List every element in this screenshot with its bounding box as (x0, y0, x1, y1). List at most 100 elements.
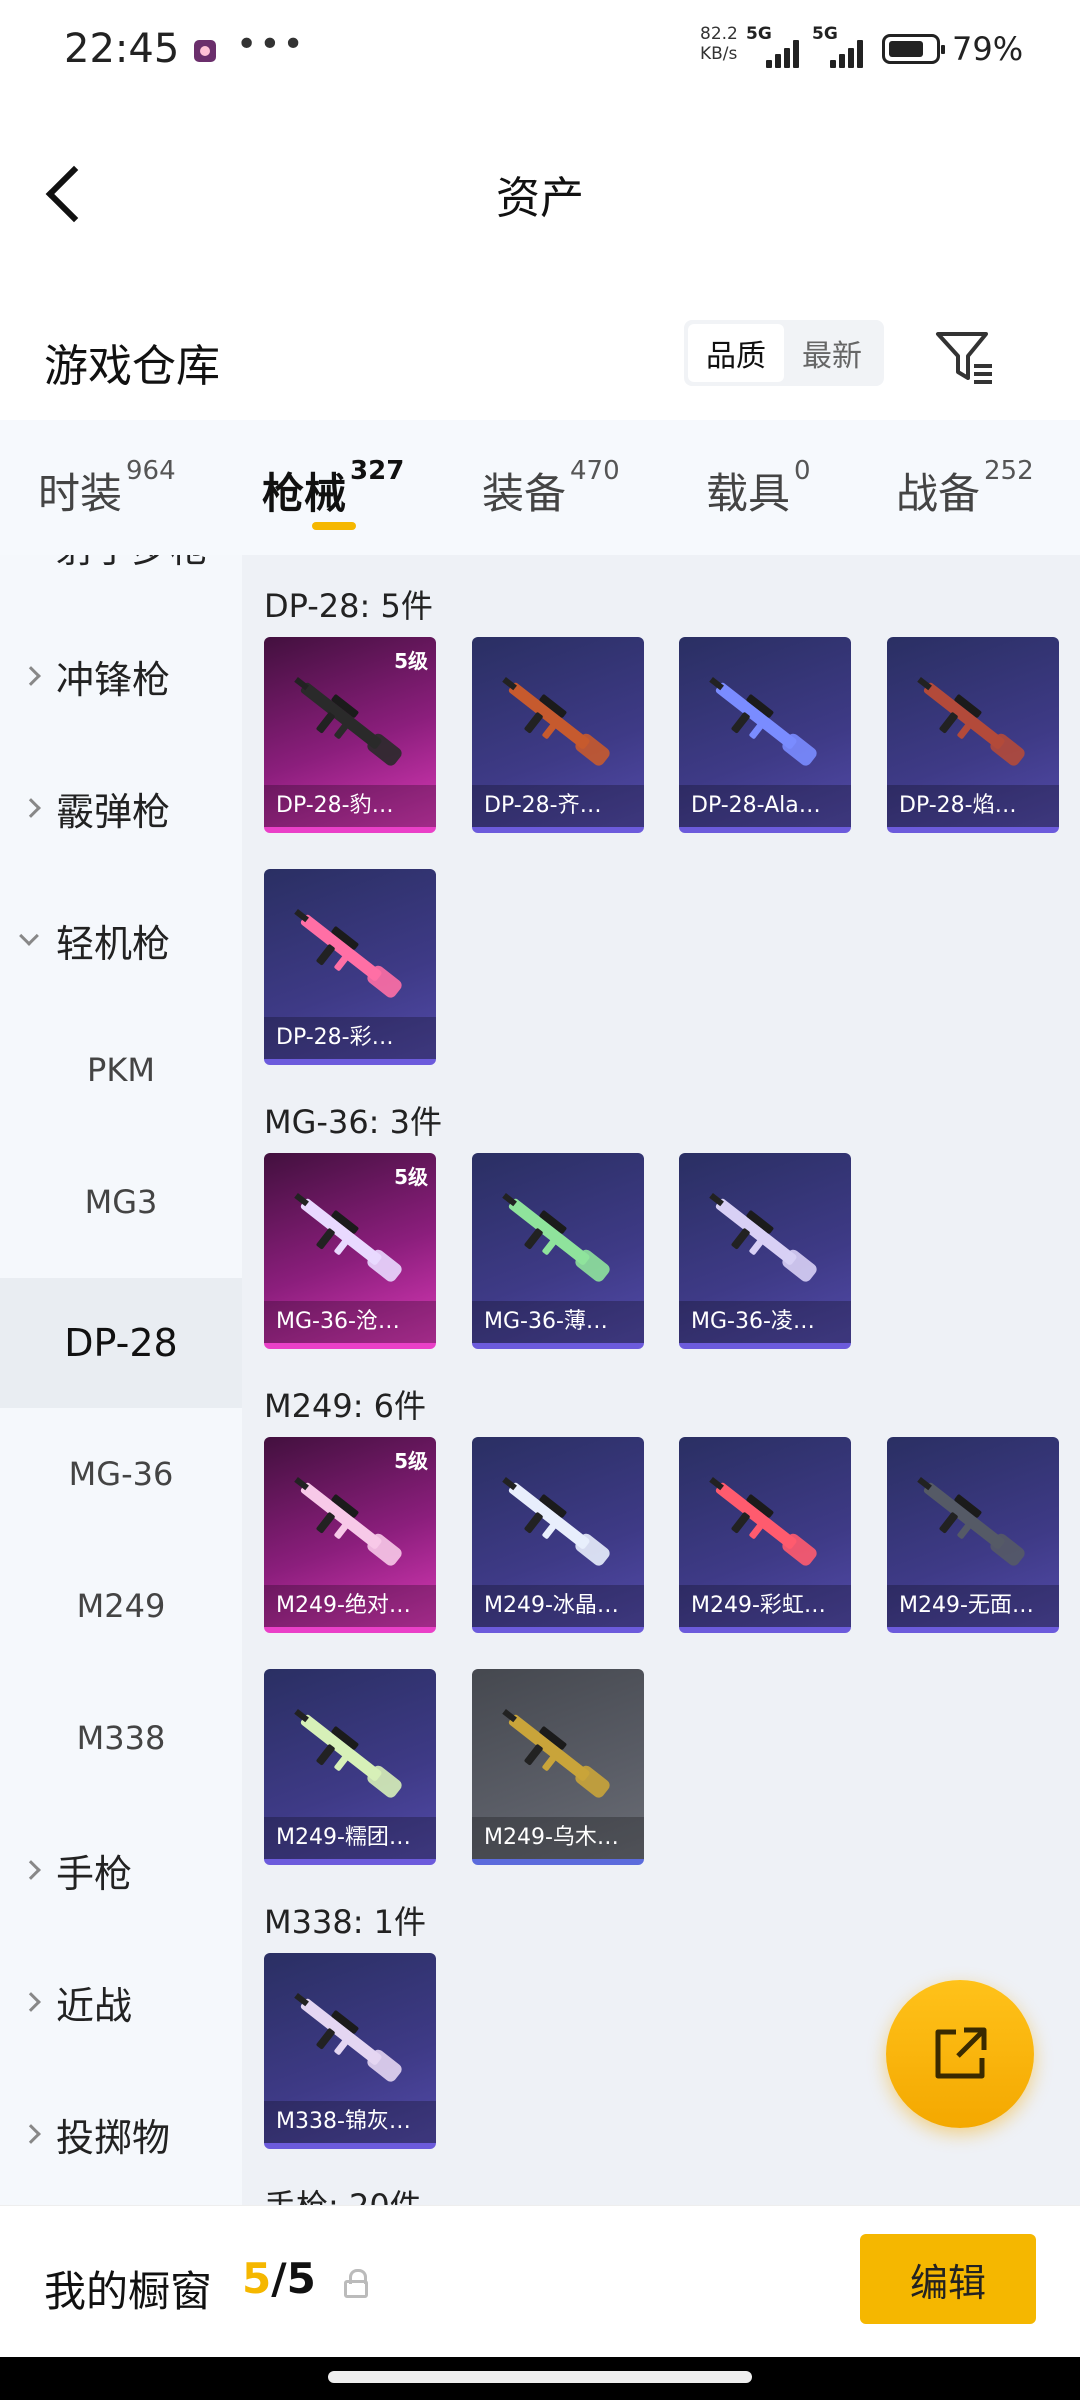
sidebar-item-label: 霰弹枪 (56, 789, 171, 834)
chevron-right-icon (21, 2124, 41, 2144)
tab-equipment[interactable]: 装备 470 (482, 456, 620, 521)
weapon-card-label: DP-28-豹… (264, 785, 436, 827)
warehouse-header: 游戏仓库 品质 最新 (0, 300, 1080, 420)
sidebar-item-label: MG3 (84, 1183, 158, 1221)
battery-icon (882, 34, 945, 64)
tab-count: 327 (350, 456, 405, 486)
sidebar-item-m249[interactable]: M249 (0, 1541, 242, 1671)
tab-count: 0 (794, 456, 811, 486)
tab-label: 战备 (896, 469, 981, 518)
weapon-card[interactable]: DP-28-齐… (472, 637, 644, 833)
home-indicator[interactable] (328, 2371, 752, 2383)
weapon-card[interactable]: MG-36-凌… (679, 1153, 851, 1349)
sidebar-item-throwable[interactable]: 投掷物 (0, 2069, 242, 2199)
level-badge: 5级 (394, 649, 428, 673)
sidebar-item-lmg[interactable]: 轻机枪 (0, 875, 242, 1005)
weapon-card[interactable]: 5级 M249-绝对… (264, 1437, 436, 1633)
weapon-skin-image (709, 1476, 817, 1566)
group-title: M338: 1件 (264, 1903, 427, 1941)
chevron-right-icon (21, 1992, 41, 2012)
weapon-card-label: DP-28-焰… (887, 785, 1059, 827)
sidebar-item-mg36[interactable]: MG-36 (0, 1409, 242, 1539)
network-speed-unit: KB/s (700, 44, 738, 64)
tab-fashion[interactable]: 时装 964 (38, 456, 176, 521)
sidebar-item-mg3[interactable]: MG3 (0, 1137, 242, 1267)
tab-supplies[interactable]: 战备 252 (896, 456, 1034, 521)
sidebar-item-pkm[interactable]: PKM (0, 1005, 242, 1135)
weapon-skin-image (294, 1992, 402, 2082)
sidebar-item-shotgun[interactable]: 霰弹枪 (0, 743, 242, 873)
clock: 22:45 (64, 26, 180, 72)
showcase-total: 5 (286, 2254, 316, 2303)
weapon-card[interactable]: 5级 MG-36-沧… (264, 1153, 436, 1349)
group-title: 手枪: 20件 (264, 2181, 422, 2205)
weapon-card-label: M249-冰晶… (472, 1585, 644, 1627)
tab-count: 252 (984, 456, 1034, 486)
sort-toggle: 品质 最新 (684, 320, 884, 386)
weapon-card[interactable]: M249-冰晶… (472, 1437, 644, 1633)
showcase-bar: 我的橱窗 5/5 编辑 (0, 2205, 1080, 2357)
weapon-card[interactable]: 5级 DP-28-豹… (264, 637, 436, 833)
sidebar-item-m338[interactable]: M338 (0, 1673, 242, 1803)
weapon-card-label: M338-锦灰… (264, 2101, 436, 2143)
weapon-card-label: M249-无面… (887, 1585, 1059, 1627)
showcase-label: 我的橱窗 (44, 2267, 213, 2316)
filter-icon[interactable] (930, 320, 1000, 390)
sidebar-item-label: MG-36 (68, 1455, 174, 1493)
weapon-card-label: DP-28-Ala… (679, 785, 851, 827)
weapon-skin-image (294, 1192, 402, 1282)
sidebar-item-label: 近战 (56, 1983, 133, 2028)
weapon-type-sidebar: 射手步枪 冲锋枪 霰弹枪 轻机枪 PKM MG3 DP-28 MG-36 M24… (0, 555, 242, 2205)
weapon-card-label: M249-绝对… (264, 1585, 436, 1627)
weapon-skin-image (294, 1476, 402, 1566)
weapon-card[interactable]: M249-彩虹… (679, 1437, 851, 1633)
sidebar-item-smg[interactable]: 冲锋枪 (0, 611, 242, 741)
weapon-card-label: M249-乌木… (472, 1817, 644, 1859)
sidebar-item-dp28[interactable]: DP-28 (0, 1278, 242, 1408)
sidebar-item-pistol[interactable]: 手枪 (0, 1805, 242, 1935)
weapon-card-label: DP-28-齐… (472, 785, 644, 827)
weapon-skin-image (917, 676, 1025, 766)
sidebar-item-label: M249 (76, 1587, 166, 1625)
weapon-card-label: MG-36-凌… (679, 1301, 851, 1343)
weapon-card-label: DP-28-彩… (264, 1017, 436, 1059)
sort-newest-button[interactable]: 最新 (784, 324, 880, 382)
warehouse-title: 游戏仓库 (44, 341, 220, 392)
weapon-card-label: MG-36-沧… (264, 1301, 436, 1343)
weapon-card-label: M249-彩虹… (679, 1585, 851, 1627)
battery-percent: 79% (952, 30, 1024, 68)
network-type-2: 5G (812, 24, 838, 44)
weapon-card[interactable]: M338-锦灰… (264, 1953, 436, 2149)
weapon-card[interactable]: DP-28-焰… (887, 637, 1059, 833)
group-title: M249: 6件 (264, 1387, 427, 1425)
share-button[interactable] (886, 1980, 1034, 2128)
weapon-card[interactable]: M249-糯团… (264, 1669, 436, 1865)
weapon-card[interactable]: M249-乌木… (472, 1669, 644, 1865)
page-title: 资产 (496, 173, 584, 224)
lock-icon (344, 2269, 368, 2298)
tab-count: 964 (126, 456, 176, 486)
level-badge: 5级 (394, 1165, 428, 1189)
weapon-skin-image (294, 1708, 402, 1798)
category-tabs: 时装 964 枪械 327 装备 470 载具 0 战备 252 (0, 420, 1080, 555)
weapon-card[interactable]: DP-28-Ala… (679, 637, 851, 833)
showcase-current: 5 (242, 2254, 272, 2303)
chevron-down-icon (19, 926, 39, 946)
weapon-card[interactable]: DP-28-彩… (264, 869, 436, 1065)
chevron-right-icon (21, 666, 41, 686)
weapon-skin-image (709, 1192, 817, 1282)
sort-quality-button[interactable]: 品质 (688, 324, 784, 382)
weapon-card[interactable]: MG-36-薄… (472, 1153, 644, 1349)
app-notification-icon (194, 40, 216, 62)
tab-label: 时装 (38, 469, 123, 518)
tab-firearms[interactable]: 枪械 327 (262, 456, 404, 521)
sidebar-item-label: 投掷物 (56, 2115, 171, 2160)
sidebar-item-marksman-rifle[interactable]: 射手步枪 (0, 555, 242, 610)
edit-button[interactable]: 编辑 (860, 2234, 1036, 2324)
sidebar-item-label: 轻机枪 (56, 921, 171, 966)
weapon-card-label: MG-36-薄… (472, 1301, 644, 1343)
sidebar-item-melee[interactable]: 近战 (0, 1937, 242, 2067)
tab-vehicles[interactable]: 载具 0 (706, 456, 811, 521)
weapon-card[interactable]: M249-无面… (887, 1437, 1059, 1633)
group-title: MG-36: 3件 (264, 1103, 442, 1141)
